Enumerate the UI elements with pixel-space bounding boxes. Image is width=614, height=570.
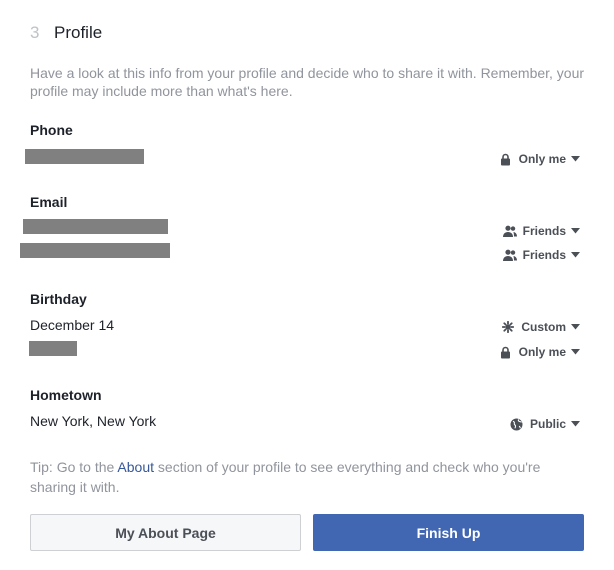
phone-privacy-selector[interactable]: Only me (499, 150, 580, 168)
phone-label: Phone (30, 122, 73, 138)
caret-down-icon (571, 349, 580, 355)
lock-icon (499, 345, 513, 359)
caret-down-icon (571, 156, 580, 162)
hometown-value: New York, New York (30, 413, 157, 429)
hometown-privacy-selector[interactable]: Public (510, 415, 580, 433)
privacy-label: Public (529, 417, 566, 431)
birthday-value: December 14 (30, 317, 115, 333)
step-title: Profile (54, 23, 103, 42)
step-header: 3 Profile (30, 22, 102, 44)
step-number: 3 (30, 23, 40, 42)
privacy-label: Custom (521, 320, 566, 334)
redacted-phone-value (25, 149, 144, 164)
friends-icon (502, 224, 517, 238)
birthday-label: Birthday (30, 291, 87, 307)
birthday-privacy-selector[interactable]: Custom (501, 318, 580, 336)
email-label: Email (30, 194, 68, 210)
tip-prefix: Tip: Go to the (30, 459, 118, 475)
lock-icon (499, 152, 513, 166)
hometown-label: Hometown (30, 387, 102, 403)
caret-down-icon (571, 252, 580, 258)
globe-icon (510, 417, 524, 431)
friends-icon (502, 248, 517, 262)
redacted-birthday-year (29, 341, 77, 356)
birthday-privacy-selector[interactable]: Only me (499, 343, 580, 361)
caret-down-icon (571, 228, 580, 234)
privacy-label: Friends (522, 224, 566, 238)
redacted-email-value (20, 243, 170, 258)
privacy-label: Only me (518, 345, 566, 359)
gear-icon (501, 320, 515, 334)
email-privacy-selector[interactable]: Friends (502, 246, 580, 264)
about-link[interactable]: About (117, 459, 154, 475)
caret-down-icon (571, 324, 580, 330)
caret-down-icon (571, 421, 580, 427)
privacy-label: Friends (522, 248, 566, 262)
finish-up-button[interactable]: Finish Up (313, 514, 584, 551)
redacted-email-value (23, 219, 168, 234)
email-privacy-selector[interactable]: Friends (502, 222, 580, 240)
my-about-page-button[interactable]: My About Page (30, 514, 301, 551)
intro-text: Have a look at this info from your profi… (30, 65, 585, 99)
privacy-label: Only me (518, 152, 566, 166)
tip-text: Tip: Go to the About section of your pro… (30, 457, 590, 497)
